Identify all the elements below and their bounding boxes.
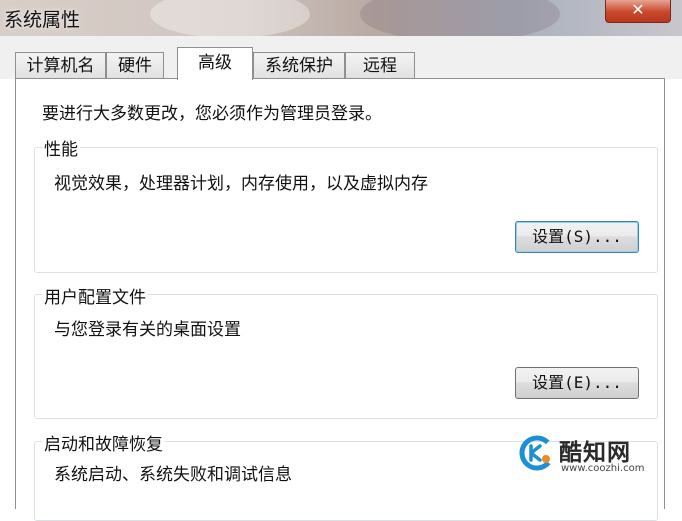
- performance-settings-button[interactable]: 设置(S)...: [515, 221, 639, 253]
- watermark-url: www.coozhi.com: [561, 463, 645, 474]
- tab-computer-name[interactable]: 计算机名: [15, 52, 106, 78]
- startup-recovery-legend: 启动和故障恢复: [42, 430, 165, 455]
- user-profiles-settings-button[interactable]: 设置(E)...: [515, 367, 639, 399]
- performance-description: 视觉效果，处理器计划，内存使用，以及虚拟内存: [54, 174, 428, 194]
- startup-recovery-description: 系统启动、系统失败和调试信息: [54, 465, 292, 485]
- close-button[interactable]: ✕: [605, 0, 671, 23]
- window-title: 系统属性: [4, 9, 81, 31]
- tab-hardware[interactable]: 硬件: [106, 52, 164, 78]
- title-bar[interactable]: 系统属性 ✕: [0, 0, 682, 42]
- title-bar-background-blur: [150, 0, 310, 38]
- user-profiles-description: 与您登录有关的桌面设置: [54, 320, 241, 340]
- user-profiles-legend: 用户配置文件: [42, 283, 148, 308]
- performance-group: [34, 147, 658, 273]
- coozhi-logo-icon: [519, 435, 555, 471]
- admin-notice: 要进行大多数更改，您必须作为管理员登录。: [42, 104, 382, 124]
- tab-system-protection[interactable]: 系统保护: [253, 52, 345, 78]
- tab-remote[interactable]: 远程: [345, 52, 415, 78]
- user-profiles-group: [34, 294, 658, 419]
- performance-legend: 性能: [42, 135, 80, 160]
- watermark-title: 酷知网: [559, 440, 631, 466]
- tab-advanced[interactable]: 高级: [177, 47, 253, 80]
- watermark: 酷知网 www.coozhi.com: [519, 433, 649, 485]
